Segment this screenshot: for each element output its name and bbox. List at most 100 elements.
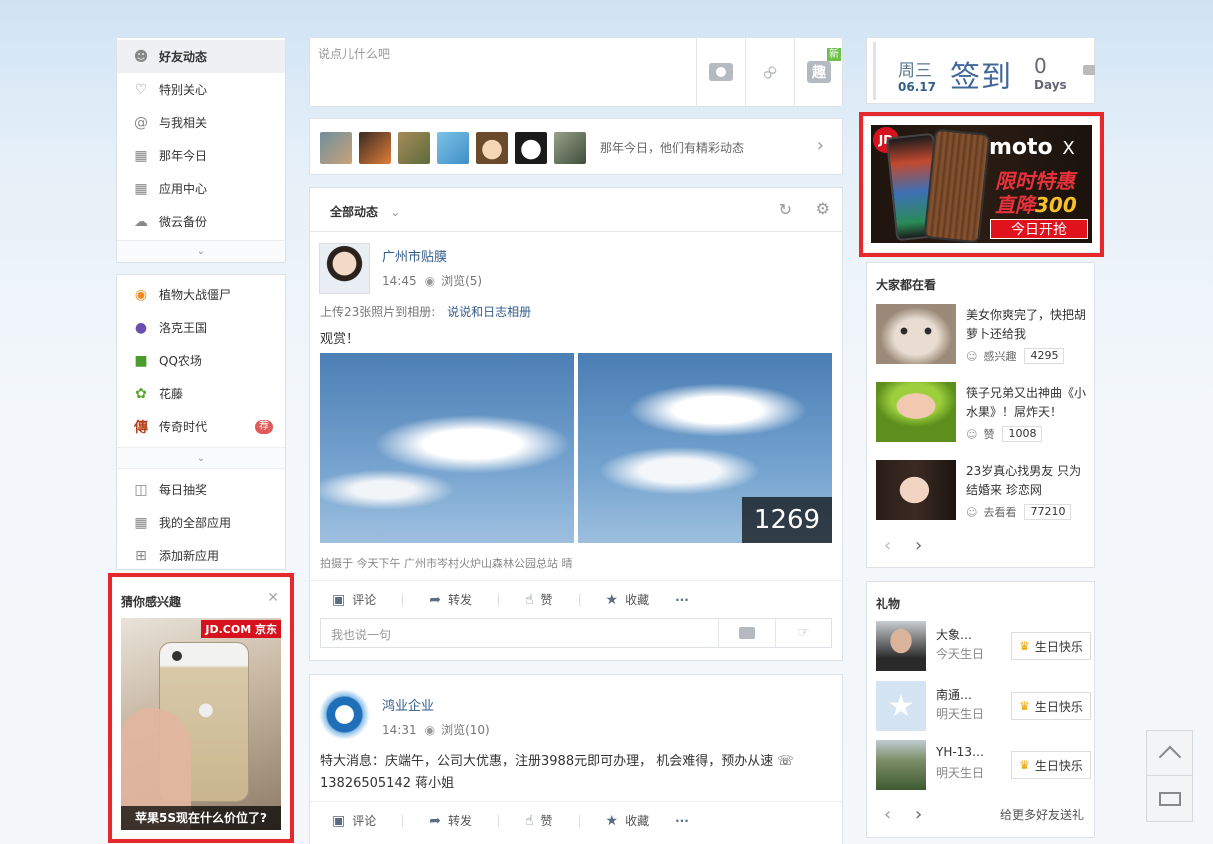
- expand-apps-button[interactable]: ⌄: [117, 447, 285, 469]
- close-icon[interactable]: ✕: [267, 590, 279, 606]
- avatar[interactable]: [476, 132, 508, 164]
- more-button[interactable]: ···: [675, 593, 689, 607]
- more-button[interactable]: ···: [675, 814, 689, 828]
- nav-item-friend-feed[interactable]: ☻ 好友动态: [117, 40, 285, 73]
- birthday-wish-button[interactable]: ♛ 生日快乐: [1011, 692, 1091, 720]
- app-item-legend-era[interactable]: 傳 传奇时代 荐: [117, 410, 285, 443]
- gear-icon[interactable]: ⚙: [816, 199, 830, 218]
- tool-item-daily-lottery[interactable]: ◫ 每日抽奖: [117, 473, 285, 506]
- avatar[interactable]: [319, 689, 370, 740]
- nav-item-cloud-backup[interactable]: ☁ 微云备份: [117, 205, 285, 238]
- hot-item[interactable]: 23岁真心找男友 只为结婚来 珍恋网 ☺ 去看看 77210: [876, 460, 1096, 522]
- attach-link-button[interactable]: ∞: [745, 38, 794, 106]
- hot-action[interactable]: 去看看: [983, 504, 1016, 520]
- tool-item-add-app[interactable]: ⊞ 添加新应用: [117, 539, 285, 572]
- back-to-top-button[interactable]: [1146, 730, 1193, 776]
- post-author[interactable]: 广州市贴膜: [382, 246, 447, 265]
- vine-icon: ✿: [135, 385, 147, 402]
- post-photo[interactable]: [320, 353, 574, 543]
- app-item-pvz[interactable]: ◉ 植物大战僵尸: [117, 278, 285, 311]
- avatar[interactable]: [876, 740, 926, 790]
- app-item-qq-farm[interactable]: ■ QQ农场: [117, 344, 285, 377]
- post-time: 14:45: [382, 273, 417, 288]
- post-photo[interactable]: 1269: [578, 353, 832, 543]
- signin-button[interactable]: 签到: [950, 52, 1012, 96]
- prev-icon[interactable]: ‹: [884, 804, 891, 825]
- divider: [498, 593, 499, 606]
- hot-action[interactable]: 赞: [983, 426, 994, 442]
- avatar[interactable]: [359, 132, 391, 164]
- nav-item-special-care[interactable]: ♡ 特别关心: [117, 73, 285, 106]
- like-button[interactable]: ☝ 赞: [525, 591, 553, 608]
- hot-title: 大家都在看: [876, 278, 937, 292]
- album-link[interactable]: 说说和日志相册: [447, 305, 531, 319]
- crown-icon: ♛: [1019, 758, 1030, 772]
- weekday: 周三: [898, 61, 932, 81]
- refresh-icon[interactable]: ↻: [779, 200, 792, 219]
- moto-cta-button[interactable]: 今日开抢: [990, 219, 1088, 239]
- avatar[interactable]: [437, 132, 469, 164]
- memories-bar[interactable]: 那年今日，他们有精彩动态 ›: [309, 118, 843, 175]
- tool-item-all-apps[interactable]: ▦ 我的全部应用: [117, 506, 285, 539]
- app-item-roco[interactable]: ● 洛克王国: [117, 311, 285, 344]
- hot-item[interactable]: 美女你爽完了，快把胡萝卜还给我 ☺ 感兴趣 4295: [876, 304, 1096, 366]
- new-badge: 新: [827, 48, 841, 61]
- avatar[interactable]: [876, 621, 926, 671]
- friend-name[interactable]: 大象…: [936, 626, 972, 643]
- friend-name[interactable]: YH-13…: [936, 745, 984, 759]
- avatar[interactable]: [554, 132, 586, 164]
- hot-action[interactable]: 感兴趣: [983, 348, 1016, 364]
- post-author[interactable]: 鸿业企业: [382, 695, 434, 714]
- comment-input[interactable]: 我也说一句: [331, 626, 711, 643]
- hot-item[interactable]: 筷子兄弟又出神曲《小水果》！屌炸天！ ☺ 赞 1008: [876, 382, 1096, 444]
- prev-icon[interactable]: ‹: [884, 535, 891, 556]
- avatar[interactable]: [320, 132, 352, 164]
- birthday-wish-button[interactable]: ♛ 生日快乐: [1011, 751, 1091, 779]
- signin-date-block: 周三 06.17: [873, 42, 936, 100]
- chevron-right-icon[interactable]: ›: [817, 135, 824, 156]
- favorite-button[interactable]: ★ 收藏: [606, 591, 650, 608]
- crown-icon: ♛: [1019, 639, 1030, 653]
- feed-filter-dropdown[interactable]: 全部动态 ⌄: [330, 203, 400, 220]
- share-button[interactable]: ➦ 转发: [429, 591, 472, 608]
- comment-button[interactable]: ▣ 评论: [332, 591, 376, 608]
- nav-item-app-center[interactable]: ▦ 应用中心: [117, 172, 285, 205]
- avatar[interactable]: [319, 243, 370, 294]
- like-button[interactable]: ☝ 赞: [525, 812, 553, 829]
- moto-promo-line2: 直降300: [995, 189, 1077, 218]
- more-gifts-link[interactable]: 给更多好友送礼: [1000, 806, 1084, 823]
- app-item-huateng[interactable]: ✿ 花藤: [117, 377, 285, 410]
- hot-item-title: 筷子兄弟又出神曲《小水果》！屌炸天！: [966, 386, 1087, 419]
- expand-tab-icon[interactable]: [1083, 65, 1095, 75]
- expand-nav-button[interactable]: ⌄: [117, 240, 285, 262]
- action-label: ···: [675, 813, 689, 828]
- fun-button[interactable]: 趣 新: [794, 38, 843, 106]
- birthday-when: 明天生日: [936, 707, 985, 721]
- post-actions: ▣ 评论 ➦ 转发 ☝ 赞 ★ 收藏 ···: [310, 801, 842, 839]
- next-icon[interactable]: ›: [915, 535, 922, 556]
- friend-name[interactable]: 南通…: [936, 686, 972, 703]
- moto-ad[interactable]: JD moto X 限时特惠 直降300 今日开抢: [864, 117, 1099, 252]
- camera-icon: [172, 651, 182, 661]
- next-icon[interactable]: ›: [915, 804, 922, 825]
- gift-box-icon: ◫: [134, 481, 148, 498]
- divider: [402, 593, 404, 606]
- status-input[interactable]: 说点儿什么吧: [318, 45, 688, 100]
- favorite-button[interactable]: ★ 收藏: [606, 812, 650, 829]
- photo-upload-button[interactable]: [696, 38, 745, 106]
- avatar[interactable]: ★: [876, 681, 926, 731]
- moto-model: X: [1062, 138, 1075, 159]
- nav-item-related-to-me[interactable]: @ 与我相关: [117, 106, 285, 139]
- share-button[interactable]: ➦ 转发: [429, 812, 472, 829]
- feedback-button[interactable]: [1146, 776, 1193, 822]
- birthday-wish-button[interactable]: ♛ 生日快乐: [1011, 632, 1091, 660]
- comment-photo-button[interactable]: [718, 619, 775, 647]
- nav-item-on-this-day[interactable]: ▦ 那年今日: [117, 139, 285, 172]
- comment-emote-button[interactable]: ☞: [775, 619, 831, 647]
- avatar[interactable]: [515, 132, 547, 164]
- eye-icon: ◉: [424, 722, 436, 737]
- guess-ad-image[interactable]: JD.COM 京东 ● 苹果5S现在什么价位了?: [121, 618, 281, 830]
- avatar[interactable]: [398, 132, 430, 164]
- comment-icon: ▣: [332, 591, 346, 608]
- comment-button[interactable]: ▣ 评论: [332, 812, 376, 829]
